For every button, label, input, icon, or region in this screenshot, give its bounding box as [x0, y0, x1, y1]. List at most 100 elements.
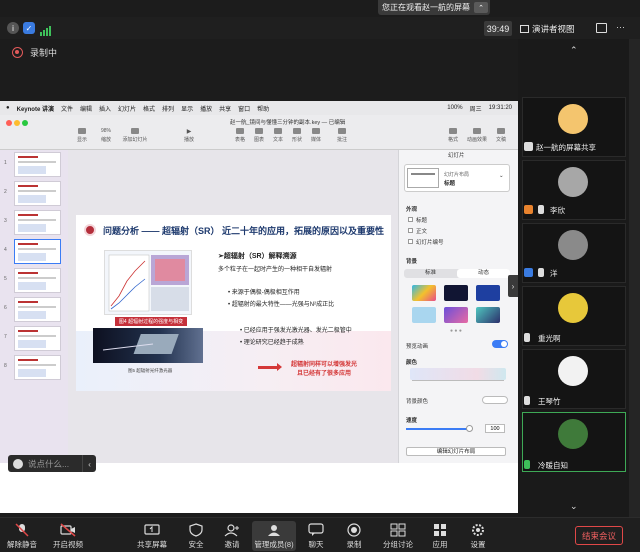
menu-app[interactable]: Keynote 讲演 [17, 104, 54, 113]
slide-thumbnail[interactable] [14, 355, 61, 380]
bg-swatch[interactable] [476, 307, 500, 323]
slide-thumbnail[interactable] [14, 181, 61, 206]
arrow-icon [258, 363, 282, 371]
chat-input-bar[interactable]: 说点什么... ‹ [8, 455, 96, 472]
chart-icon [255, 128, 263, 134]
smiley-icon[interactable] [13, 458, 23, 469]
info-icon[interactable]: i [7, 22, 19, 34]
edit-layout-button[interactable]: 编辑幻灯片布局 [406, 447, 506, 456]
start-video-button[interactable]: 开启视频 [46, 521, 90, 551]
tool-media[interactable]: 媒体 [304, 128, 328, 143]
chevron-left-icon[interactable]: ‹ [82, 455, 96, 472]
menu-arrange[interactable]: 排列 [162, 104, 174, 113]
tool-play[interactable]: ▶ 播放 [177, 128, 201, 143]
settings-button[interactable]: 设置 [456, 521, 500, 551]
title-checkbox[interactable] [408, 217, 413, 222]
tool-comment[interactable]: 批注 [330, 128, 354, 143]
participant-name: 重光啊 [538, 334, 561, 343]
participant-name: 王琴竹 [538, 397, 561, 406]
body-checkbox[interactable] [408, 228, 413, 233]
signal-icon [40, 23, 52, 36]
background-label: 背景 [406, 259, 418, 265]
chevron-down-icon[interactable]: ⌄ [499, 173, 504, 179]
gradient-stops[interactable] [412, 380, 504, 384]
close-icon[interactable] [6, 120, 12, 126]
grid-icon [520, 24, 529, 33]
recording-bar [0, 39, 518, 65]
speed-slider-track[interactable] [406, 428, 470, 430]
slide-bullet: • 理论研究已经趋于成熟 [240, 340, 304, 346]
share-screen-button[interactable]: 共享屏幕 [130, 521, 174, 551]
color-gradient-editor[interactable] [410, 368, 506, 380]
bg-swatch[interactable] [412, 285, 436, 301]
bg-color-well[interactable] [482, 396, 508, 404]
tool-add-slide[interactable]: 添加幻灯片 [118, 128, 152, 143]
tool-animate[interactable]: 动画效果 [465, 128, 489, 143]
menubar-day: 周三 [469, 106, 482, 113]
menu-insert[interactable]: 插入 [99, 104, 111, 113]
tab-standard[interactable]: 标准 [404, 269, 457, 278]
table-icon [236, 128, 244, 134]
menu-share[interactable]: 共享 [219, 104, 231, 113]
menu-format[interactable]: 格式 [143, 104, 155, 113]
zoom-window-icon[interactable] [22, 120, 28, 126]
slide-thumbnail-selected[interactable] [14, 239, 61, 264]
slide-number: 1 [4, 160, 7, 166]
preview-animation-toggle[interactable] [492, 340, 508, 348]
slide-number-checkbox[interactable] [408, 239, 413, 244]
slide-thumbnail[interactable] [14, 297, 61, 322]
menu-help[interactable]: 帮助 [257, 104, 269, 113]
collapse-panel-button[interactable]: › [508, 275, 518, 297]
breakout-button[interactable]: 分组讨论 [376, 521, 420, 551]
chevron-down-icon[interactable]: ⌄ [570, 501, 578, 512]
play-icon: ▶ [186, 129, 192, 135]
invite-button[interactable]: 邀请 [210, 521, 254, 551]
speed-input[interactable]: 100 [485, 424, 505, 433]
menu-play[interactable]: 播放 [200, 104, 212, 113]
banner-text: 您正在观看赵一航的屏幕 [382, 3, 470, 12]
slide-number: 2 [4, 189, 7, 195]
speed-slider-knob[interactable] [466, 425, 473, 432]
menu-file[interactable]: 文件 [61, 104, 73, 113]
tab-dynamic[interactable]: 动态 [457, 269, 510, 278]
slide-bullet: • 已经应用于强发光激光器、发光二极管中 [240, 328, 352, 334]
slide-thumbnail[interactable] [14, 210, 61, 235]
manage-members-button[interactable]: 管理成员(8) [252, 521, 296, 551]
record-button[interactable]: 录制 [332, 521, 376, 551]
slide-thumbnail[interactable] [14, 326, 61, 351]
menu-window[interactable]: 窗口 [238, 104, 250, 113]
more-icon[interactable]: ··· [616, 22, 625, 32]
menu-edit[interactable]: 编辑 [80, 104, 92, 113]
chat-placeholder: 说点什么... [28, 458, 70, 469]
bg-swatch[interactable] [412, 307, 436, 323]
tool-document[interactable]: 文稿 [489, 128, 513, 143]
avatar [558, 167, 588, 197]
collapse-icon[interactable]: ⌃ [474, 2, 488, 13]
phase-diagram-image [104, 250, 192, 315]
end-meeting-button[interactable]: 结束会议 [575, 526, 623, 545]
bg-swatch[interactable] [444, 285, 468, 301]
bg-swatch[interactable] [476, 285, 500, 301]
unmute-button[interactable]: 解除静音 [0, 521, 44, 551]
shield-icon[interactable]: ✓ [23, 22, 35, 34]
appearance-label: 外观 [406, 207, 418, 213]
invite-icon [224, 523, 240, 537]
chevron-up-icon[interactable]: ⌃ [570, 45, 578, 56]
tool-view[interactable]: 显示 [70, 128, 94, 143]
minimize-icon[interactable] [14, 120, 20, 126]
menu-slide[interactable]: 幻灯片 [118, 104, 136, 113]
members-icon [266, 523, 282, 537]
fullscreen-icon[interactable] [596, 23, 607, 33]
slide-thumbnail[interactable] [14, 152, 61, 177]
menu-view[interactable]: 显示 [181, 104, 193, 113]
panel-scrollbar[interactable] [629, 39, 640, 517]
tool-zoom[interactable]: 98% 缩放 [94, 128, 118, 143]
view-mode-button[interactable]: 演讲者视图 [520, 21, 578, 36]
slide-thumbnail[interactable] [14, 268, 61, 293]
tool-format[interactable]: 格式 [441, 128, 465, 143]
background-type-tabs: 标准 动态 [404, 269, 510, 278]
checkbox-label: 标题 [416, 218, 428, 224]
bg-swatch[interactable] [444, 307, 468, 323]
screen-share-icon [524, 142, 533, 151]
bg-color-label: 背景颜色 [406, 399, 429, 405]
